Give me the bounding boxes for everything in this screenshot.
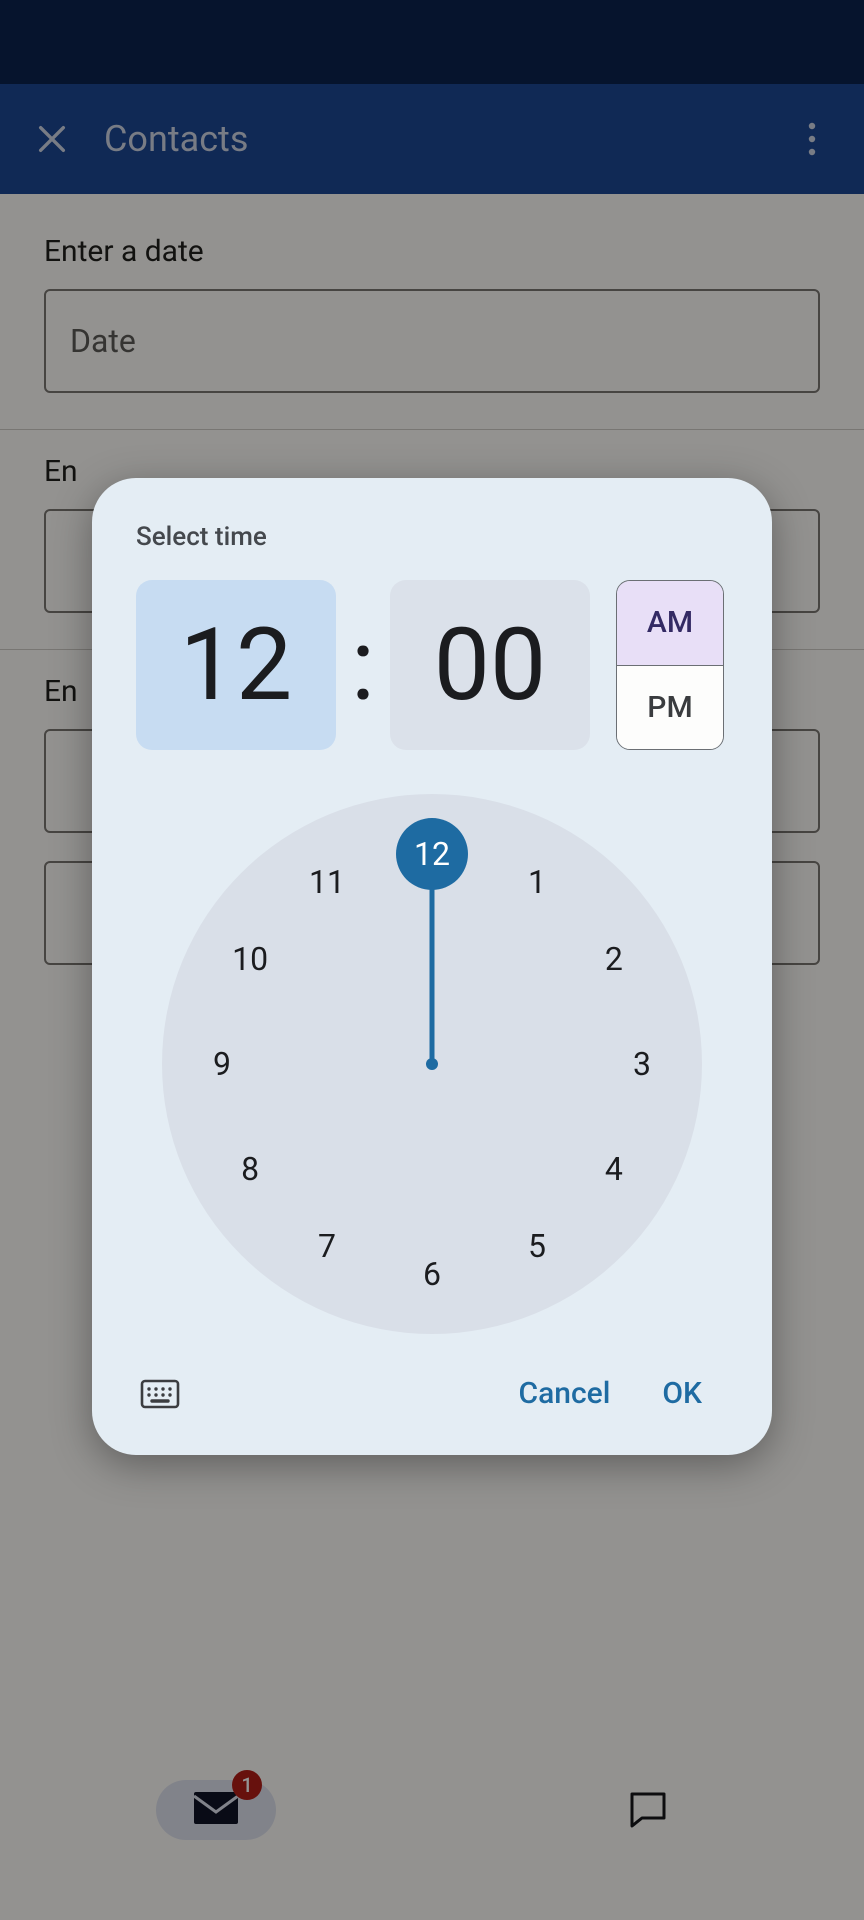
clock-hour-12[interactable]: 12 [396, 818, 468, 890]
time-picker-dialog: Select time 12 : 00 AM PM 12123456789101… [92, 478, 772, 1455]
clock-center [426, 1058, 438, 1070]
clock-face[interactable]: 12 12 3 45678 9 1011 [162, 794, 702, 1334]
clock-hour-10[interactable]: 10 [214, 923, 286, 995]
hour-display[interactable]: 12 [136, 580, 336, 750]
dialog-title: Select time [136, 522, 728, 552]
clock-hour-1[interactable]: 1 [501, 846, 573, 918]
clock-hour-6[interactable]: 6 [396, 1238, 468, 1310]
pm-button[interactable]: PM [617, 666, 723, 750]
cancel-button[interactable]: Cancel [493, 1362, 637, 1425]
clock-hour-4[interactable]: 4 [578, 1133, 650, 1205]
dialog-actions: Cancel OK [136, 1362, 728, 1425]
time-colon: : [348, 607, 378, 724]
ok-button[interactable]: OK [636, 1362, 728, 1425]
minute-display[interactable]: 00 [390, 580, 590, 750]
time-display-row: 12 : 00 AM PM [136, 580, 728, 750]
am-button[interactable]: AM [617, 581, 723, 666]
clock-hour-9[interactable]: 9 [186, 1028, 258, 1100]
clock-hour-5[interactable]: 5 [501, 1210, 573, 1282]
clock-hour-2[interactable]: 2 [578, 923, 650, 995]
clock-hour-7[interactable]: 7 [291, 1210, 363, 1282]
clock-hour-11[interactable]: 11 [291, 846, 363, 918]
ampm-toggle: AM PM [616, 580, 724, 750]
keyboard-icon[interactable] [136, 1370, 184, 1418]
clock-hour-3[interactable]: 3 [606, 1028, 678, 1100]
clock-hour-8[interactable]: 8 [214, 1133, 286, 1205]
